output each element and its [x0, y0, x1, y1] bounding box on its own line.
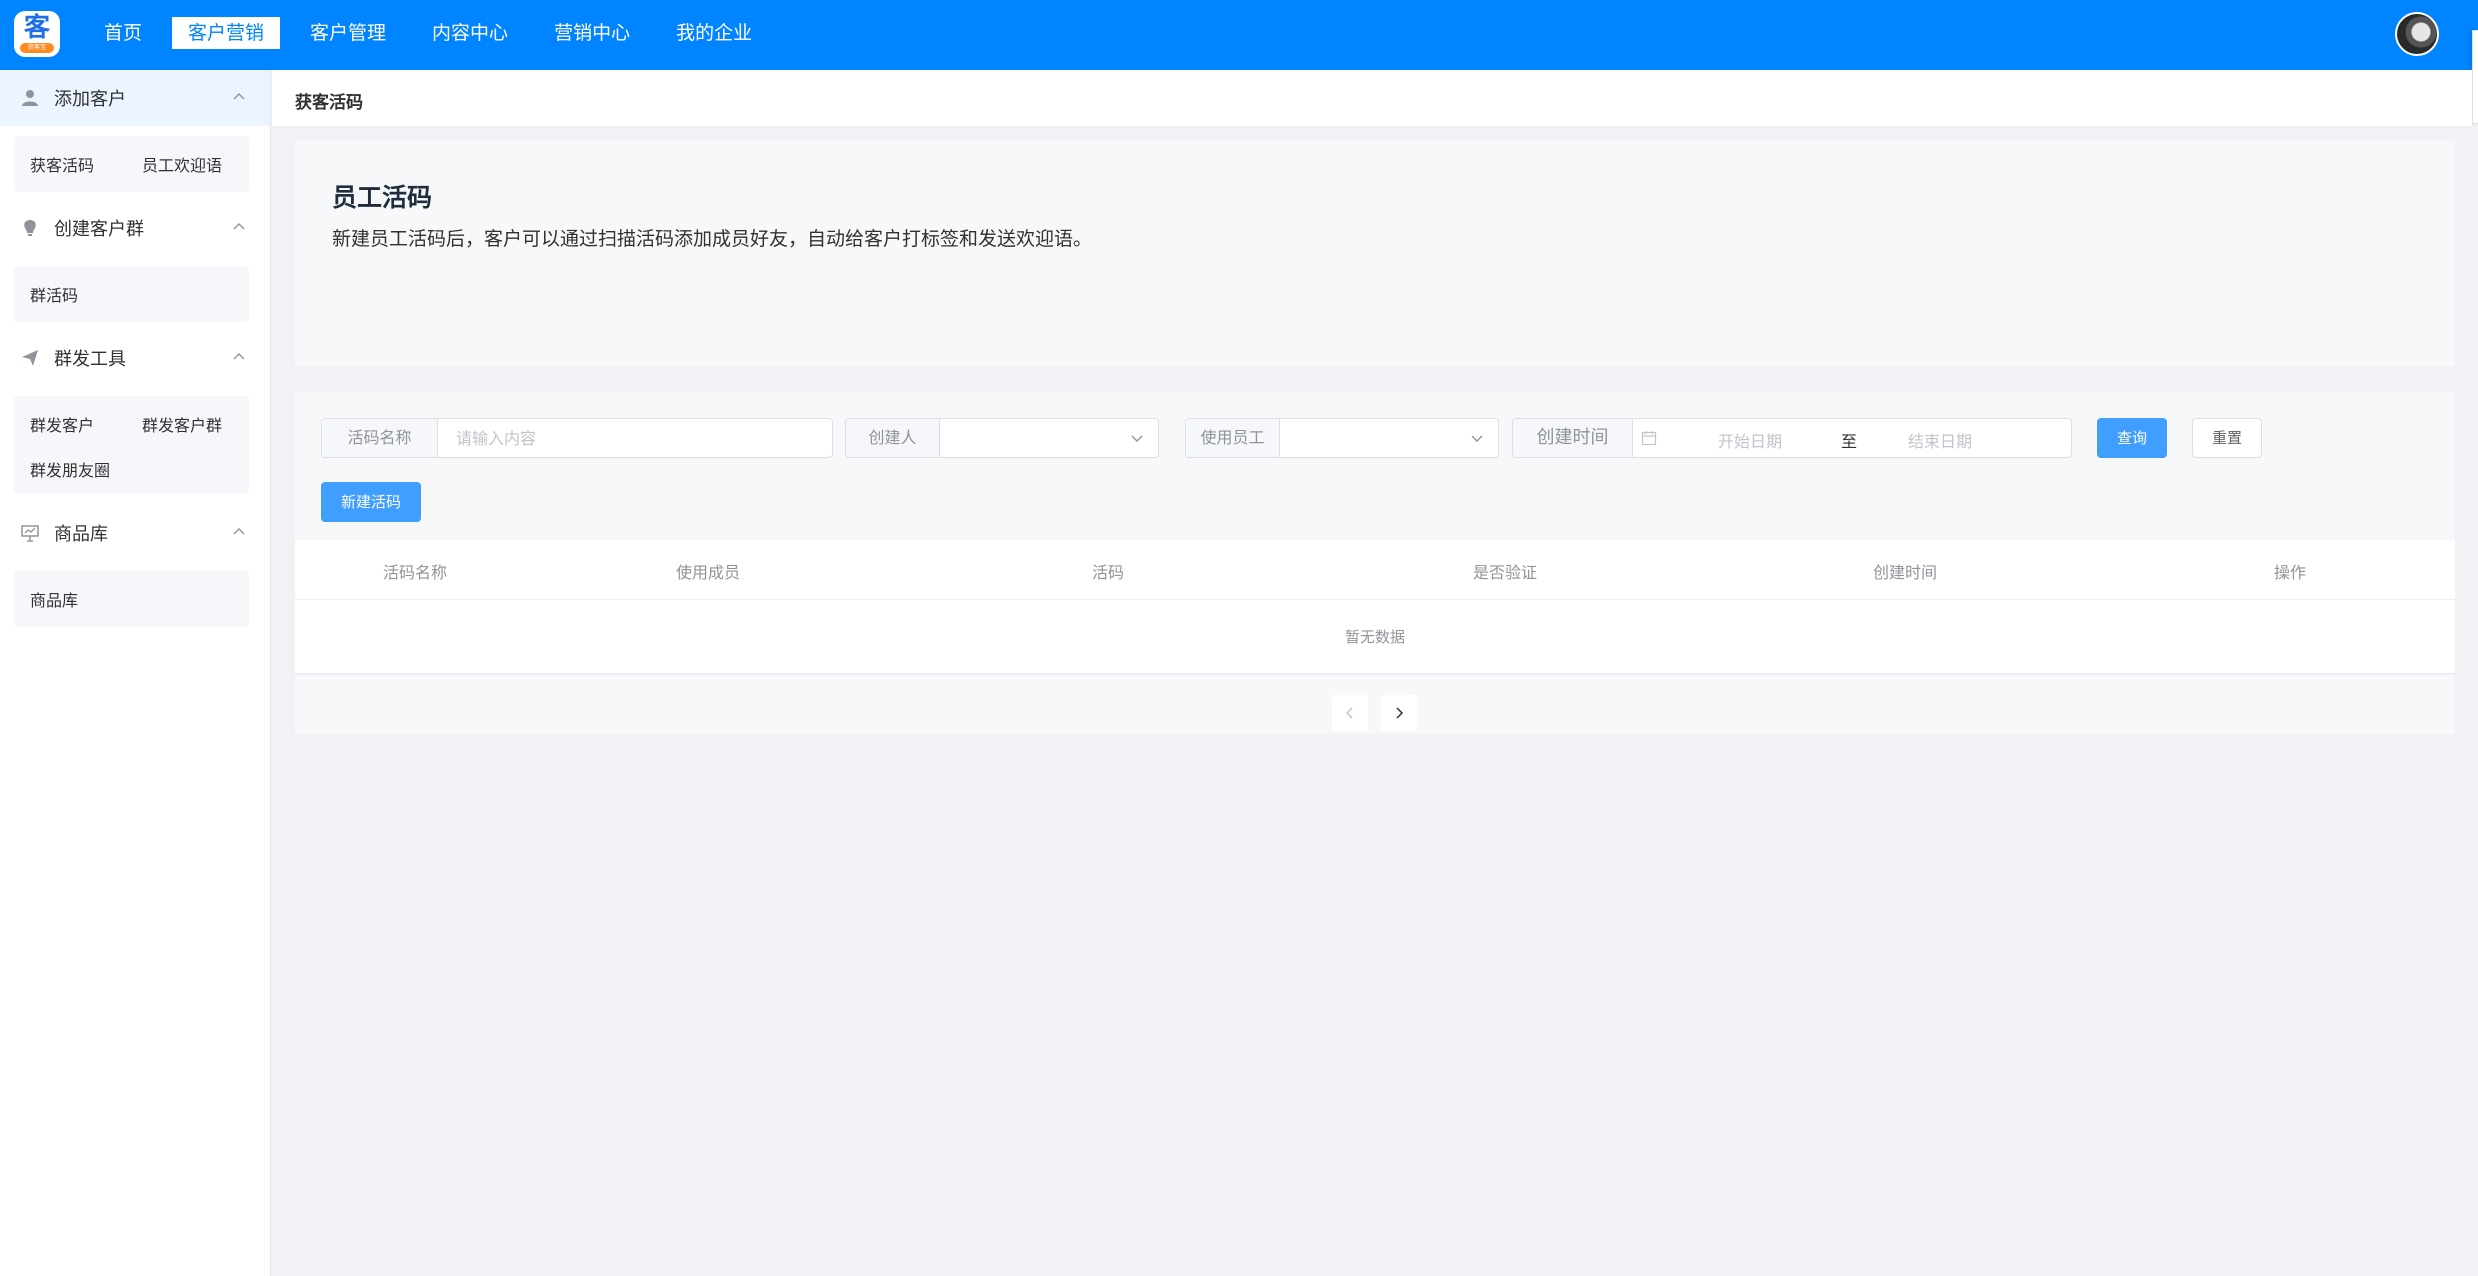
- sidebar-submenu: 群发客户 群发客户群 群发朋友圈: [14, 396, 249, 494]
- user-avatar[interactable]: [2395, 12, 2439, 56]
- column-header-created-time: 创建时间: [1872, 563, 1938, 582]
- chevron-up-icon: [233, 93, 245, 100]
- nav-item-customer-management[interactable]: 客户管理: [294, 17, 402, 49]
- reset-button[interactable]: 重置: [2192, 418, 2262, 458]
- breadcrumb: 获客活码: [272, 70, 2472, 126]
- column-header-members: 使用成员: [675, 563, 741, 582]
- code-table: 活码名称 使用成员 活码 是否验证 创建时间 操作 暂无数据: [295, 540, 2455, 675]
- sidebar-group-label: 群发工具: [54, 349, 126, 370]
- page-description: 新建员工活码后，客户可以通过扫描活码添加成员好友，自动给客户打标签和发送欢迎语。: [332, 228, 1093, 250]
- nav-item-content-center[interactable]: 内容中心: [416, 17, 524, 49]
- prev-page-button[interactable]: [1332, 695, 1368, 731]
- send-icon: [22, 350, 38, 366]
- creator-select[interactable]: 创建人: [845, 418, 1159, 458]
- table-divider: [295, 673, 2455, 675]
- logo-ribbon: 获客宝: [20, 43, 54, 53]
- empty-state-text: 暂无数据: [1344, 628, 1405, 646]
- logo-glyph: 客: [23, 13, 50, 43]
- column-header-code: 活码: [1091, 563, 1125, 582]
- nav-item-customer-marketing[interactable]: 客户营销: [172, 17, 281, 49]
- intro-card: 员工活码 新建员工活码后，客户可以通过扫描活码添加成员好友，自动给客户打标签和发…: [295, 140, 2455, 366]
- next-page-button[interactable]: [1381, 695, 1417, 731]
- range-separator: 至: [1841, 432, 1858, 451]
- column-header-actions: 操作: [2273, 563, 2307, 582]
- nav-item-my-enterprise[interactable]: 我的企业: [660, 17, 768, 49]
- calendar-icon: [1641, 431, 1657, 446]
- page-title: 员工活码: [332, 183, 433, 212]
- nav-item-marketing-center[interactable]: 营销中心: [538, 17, 646, 49]
- sidebar-item-mass-moments[interactable]: 群发朋友圈: [30, 457, 110, 481]
- chevron-up-icon: [233, 528, 245, 535]
- column-header-verified: 是否验证: [1472, 563, 1538, 582]
- query-button[interactable]: 查询: [2097, 418, 2167, 458]
- staff-select[interactable]: 使用员工: [1185, 418, 1499, 458]
- creator-label: 创建人: [846, 419, 940, 457]
- chevron-up-icon: [233, 223, 245, 230]
- start-date-input[interactable]: 开始日期: [1718, 428, 1782, 452]
- sidebar-item-group-code[interactable]: 群活码: [30, 282, 78, 306]
- sidebar-group-label: 创建客户群: [54, 219, 144, 240]
- new-code-button[interactable]: 新建活码: [321, 482, 421, 522]
- sidebar-item-staff-welcome[interactable]: 员工欢迎语: [142, 152, 222, 176]
- staff-select-value[interactable]: [1280, 419, 1498, 457]
- sidebar-item-acquisition-code[interactable]: 获客活码: [30, 152, 94, 176]
- code-name-input[interactable]: [438, 419, 832, 457]
- bulb-icon: [24, 220, 36, 236]
- code-name-label: 活码名称: [322, 419, 438, 457]
- sidebar-group-create-group[interactable]: 创建客户群: [0, 200, 270, 256]
- table-header: 活码名称 使用成员 活码 是否验证 创建时间 操作: [295, 540, 2455, 600]
- sidebar-group-product-library[interactable]: 商品库: [0, 505, 270, 561]
- presentation-icon: [21, 525, 39, 542]
- user-icon: [22, 90, 38, 106]
- sidebar-item-product-library[interactable]: 商品库: [30, 587, 78, 611]
- sidebar: 添加客户 获客活码 员工欢迎语 创建客户群 群活码 群发工具 群发客户 群发客户…: [0, 70, 271, 1276]
- app-logo[interactable]: 客 获客宝: [14, 11, 60, 57]
- sidebar-group-mass-tools[interactable]: 群发工具: [0, 330, 270, 386]
- chevron-right-icon: [1396, 707, 1404, 719]
- chevron-up-icon: [233, 353, 245, 360]
- creator-select-value[interactable]: [940, 419, 1158, 457]
- sidebar-submenu: 商品库: [14, 571, 249, 627]
- nav-item-home[interactable]: 首页: [88, 17, 158, 49]
- sidebar-submenu: 获客活码 员工欢迎语: [14, 136, 249, 192]
- column-header-code-name: 活码名称: [382, 563, 448, 582]
- sidebar-group-label: 商品库: [54, 524, 108, 545]
- sidebar-submenu: 群活码: [14, 266, 249, 322]
- created-time-range[interactable]: 创建时间 开始日期 至 结束日期: [1512, 418, 2072, 458]
- side-drawer-handle[interactable]: [2472, 30, 2478, 124]
- chevron-down-icon: [1471, 435, 1483, 442]
- main-nav: 首页 客户营销 客户管理 内容中心 营销中心 我的企业: [88, 17, 782, 49]
- sidebar-item-mass-customer[interactable]: 群发客户: [30, 412, 94, 436]
- sidebar-item-mass-customer-group[interactable]: 群发客户群: [142, 412, 222, 436]
- chevron-down-icon: [1131, 435, 1143, 442]
- staff-label: 使用员工: [1186, 419, 1280, 457]
- top-navbar: 客 获客宝 首页 客户营销 客户管理 内容中心 营销中心 我的企业: [0, 0, 2478, 70]
- created-time-label: 创建时间: [1513, 419, 1633, 457]
- end-date-input[interactable]: 结束日期: [1908, 428, 1972, 452]
- sidebar-group-label: 添加客户: [54, 89, 126, 110]
- chevron-left-icon: [1345, 707, 1353, 719]
- breadcrumb-current: 获客活码: [295, 93, 363, 113]
- sidebar-group-add-customer[interactable]: 添加客户: [0, 70, 270, 126]
- code-name-field: 活码名称: [321, 418, 833, 458]
